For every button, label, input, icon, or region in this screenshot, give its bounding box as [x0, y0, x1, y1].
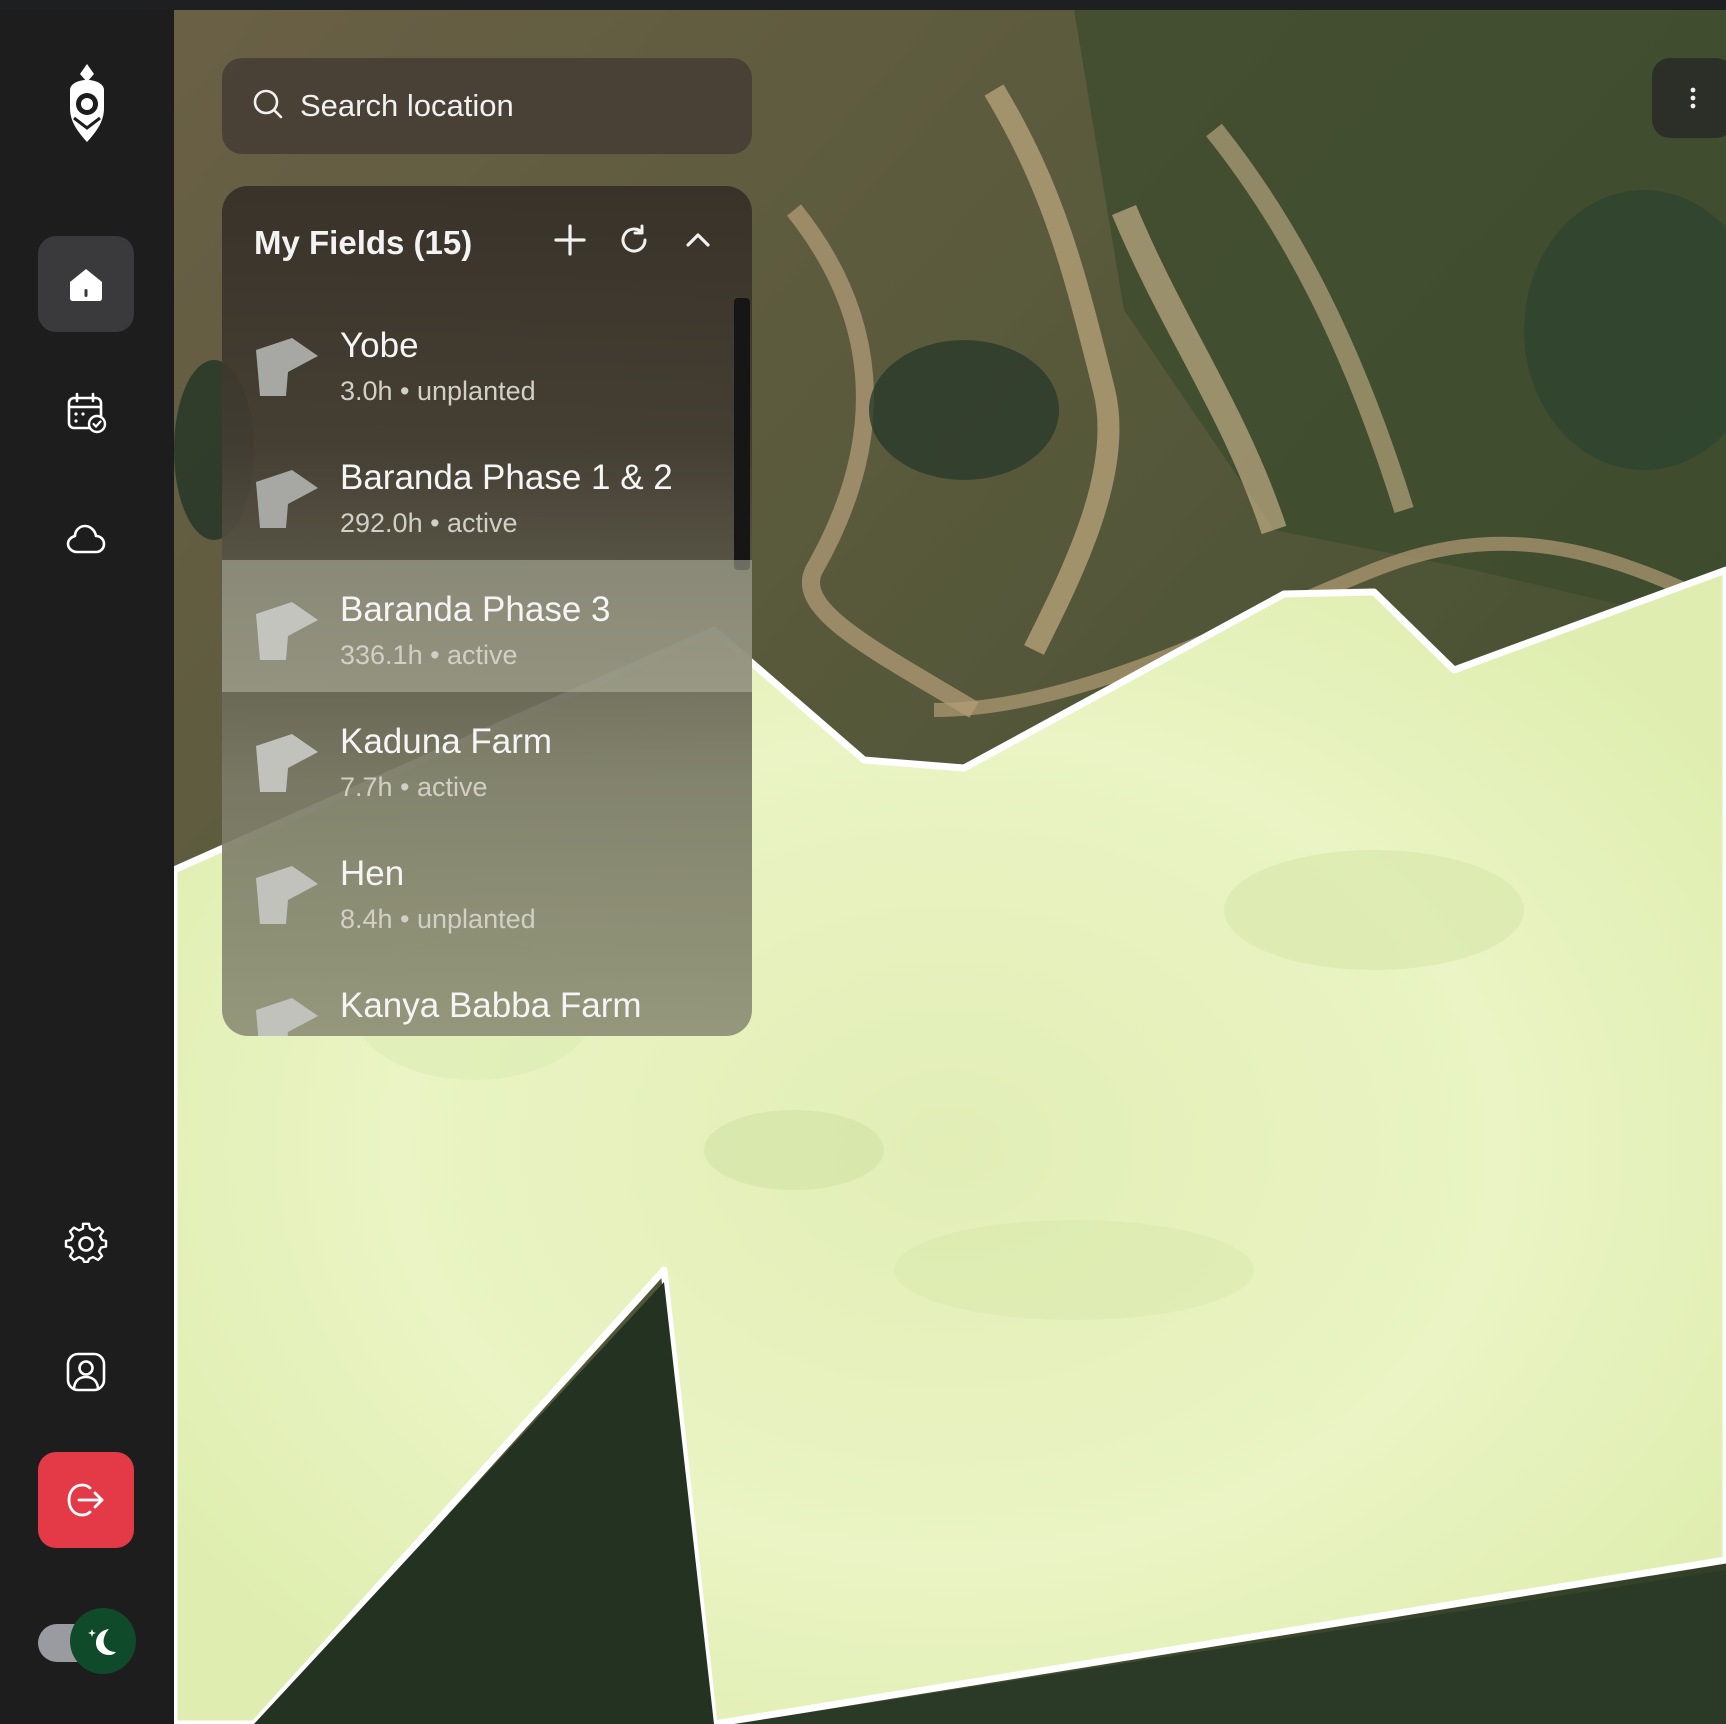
field-name: Kaduna Farm	[340, 722, 553, 761]
nav-settings-button[interactable]	[38, 1196, 134, 1292]
field-item[interactable]: Kanya Babba Farm	[222, 956, 752, 1036]
moon-icon	[88, 1629, 116, 1655]
field-item[interactable]: Baranda Phase 1 & 2 292.0h • active	[222, 428, 752, 560]
field-item[interactable]: Hen 8.4h • unplanted	[222, 824, 752, 956]
calendar-check-icon	[67, 392, 107, 434]
logout-icon	[67, 1483, 104, 1517]
fields-list: Yobe 3.0h • unplanted Baranda Phase 1 & …	[222, 296, 752, 1036]
field-polygon-icon	[256, 998, 318, 1036]
gear-icon	[64, 1222, 108, 1263]
field-name: Baranda Phase 3	[340, 590, 611, 629]
field-item-selected[interactable]: Baranda Phase 3 336.1h • active	[222, 560, 752, 692]
more-vertical-icon	[1690, 87, 1696, 109]
cloud-icon	[66, 524, 106, 554]
field-polygon-icon	[256, 734, 318, 792]
refresh-icon	[621, 224, 647, 253]
window-top-strip	[0, 0, 1726, 10]
refresh-button[interactable]	[612, 218, 656, 262]
search-input[interactable]: Search location	[300, 88, 514, 124]
add-field-button[interactable]	[548, 218, 592, 262]
search-bar[interactable]: Search location	[222, 58, 752, 154]
user-icon	[66, 1352, 106, 1392]
field-name: Kanya Babba Farm	[340, 986, 642, 1025]
field-meta: 336.1h • active	[340, 640, 518, 670]
field-meta: 292.0h • active	[340, 508, 518, 538]
field-polygon-icon	[256, 866, 318, 924]
search-icon	[252, 88, 284, 125]
plus-icon	[554, 224, 586, 256]
field-meta: 7.7h • active	[340, 772, 488, 802]
field-name: Baranda Phase 1 & 2	[340, 458, 673, 497]
chevron-up-icon	[686, 233, 710, 247]
theme-toggle[interactable]	[38, 1608, 136, 1676]
logout-button[interactable]	[38, 1452, 134, 1548]
field-polygon-icon	[256, 470, 318, 528]
collapse-button[interactable]	[676, 218, 720, 262]
field-name: Yobe	[340, 326, 419, 365]
app-logo-icon	[70, 64, 104, 142]
nav-weather-button[interactable]	[38, 492, 134, 588]
field-meta: 3.0h • unplanted	[340, 376, 536, 406]
field-name: Hen	[340, 854, 405, 893]
field-polygon-icon	[256, 602, 318, 660]
sidebar	[0, 10, 174, 1724]
home-icon	[70, 269, 102, 301]
field-polygon-icon	[256, 338, 318, 396]
nav-home-button[interactable]	[38, 236, 134, 332]
fields-panel-title: My Fields (15)	[254, 224, 473, 261]
theme-toggle-knob	[70, 1608, 136, 1674]
nav-calendar-button[interactable]	[38, 364, 134, 460]
field-item[interactable]: Kaduna Farm 7.7h • active	[222, 692, 752, 824]
map-menu-button[interactable]	[1652, 58, 1726, 138]
field-meta: 8.4h • unplanted	[340, 904, 536, 934]
nav-profile-button[interactable]	[38, 1324, 134, 1420]
fields-panel: My Fields (15) Yobe 3.0h • unplanted Bar…	[222, 186, 752, 1036]
field-item[interactable]: Yobe 3.0h • unplanted	[222, 296, 752, 428]
